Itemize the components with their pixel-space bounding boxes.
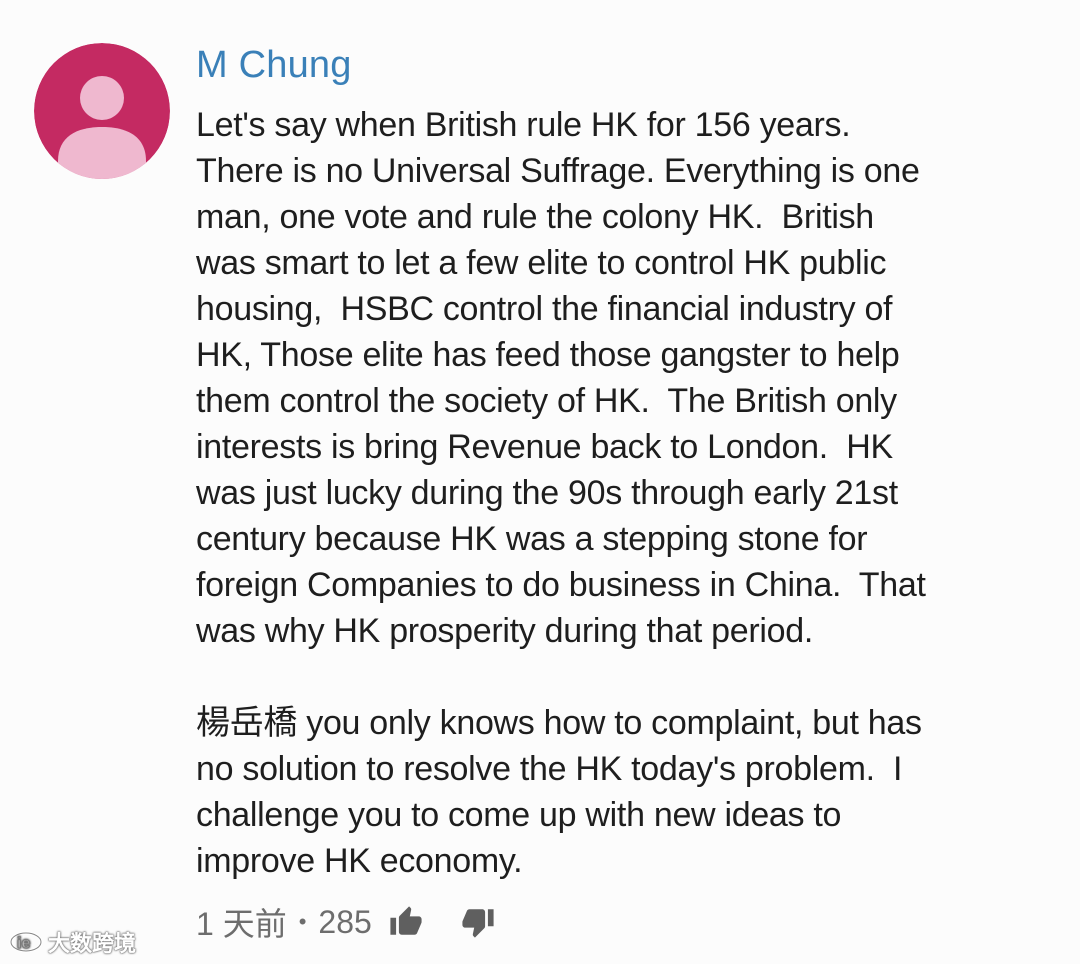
comment-line: foreign Companies to do business in Chin…: [196, 566, 926, 604]
meta-separator: •: [298, 909, 307, 934]
comment-line: interests is bring Revenue back to Londo…: [196, 428, 893, 466]
comment-paragraph-2: 楊岳橋 you only knows how to complaint, but…: [196, 700, 1056, 884]
comment-line: man, one vote and rule the colony HK. Br…: [196, 198, 874, 236]
comment-line: century because HK was a stepping stone …: [196, 520, 868, 558]
dislike-button[interactable]: [458, 902, 498, 942]
watermark: ie 大数跨境: [8, 924, 136, 960]
comment-line: 楊岳橋 you only knows how to complaint, but…: [196, 704, 922, 742]
comment-line: them control the society of HK. The Brit…: [196, 382, 897, 420]
comment-body: Let's say when British rule HK for 156 y…: [196, 102, 1056, 884]
comment-paragraph-1: Let's say when British rule HK for 156 y…: [196, 102, 1056, 654]
comment-line: no solution to resolve the HK today's pr…: [196, 750, 903, 788]
comment: M Chung Let's say when British rule HK f…: [196, 40, 1056, 884]
like-count: 285: [318, 903, 372, 940]
ie-logo-icon: ie: [9, 931, 43, 953]
watermark-text: 大数跨境: [48, 931, 137, 956]
like-button[interactable]: [386, 902, 426, 942]
comment-line: There is no Universal Suffrage. Everythi…: [196, 152, 920, 190]
comment-line: was why HK prosperity during that period…: [196, 612, 813, 650]
comment-line: HK, Those elite has feed those gangster …: [196, 336, 900, 374]
comment-line: housing, HSBC control the financial indu…: [196, 290, 893, 328]
comment-line: challenge you to come up with new ideas …: [196, 796, 842, 834]
timestamp: 1 天前: [196, 906, 287, 942]
author-name[interactable]: M Chung: [196, 40, 1056, 90]
comment-meta: 1 天前 • 285: [196, 898, 498, 946]
svg-text:ie: ie: [17, 935, 30, 952]
thumbs-down-icon: [462, 909, 494, 938]
comment-page: M Chung Let's say when British rule HK f…: [0, 0, 1080, 964]
thumbs-up-icon: [390, 906, 422, 935]
comment-line: Let's say when British rule HK for 156 y…: [196, 106, 851, 144]
default-user-avatar-icon: [34, 43, 170, 179]
comment-line: was just lucky during the 90s through ea…: [196, 474, 898, 512]
avatar[interactable]: [34, 43, 170, 179]
comment-line: was smart to let a few elite to control …: [196, 244, 887, 282]
comment-line: improve HK economy.: [196, 842, 523, 880]
